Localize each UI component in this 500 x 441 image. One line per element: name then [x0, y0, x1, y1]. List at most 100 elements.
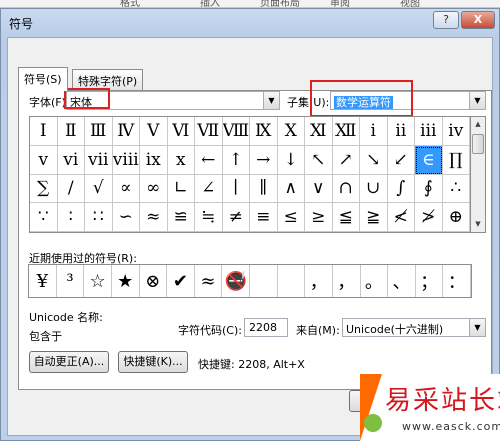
symbol-cell[interactable]: ≈ — [140, 203, 168, 232]
symbol-cell[interactable]: ∨ — [305, 174, 333, 204]
help-button[interactable]: ? — [433, 11, 459, 29]
symbol-cell[interactable]: Ⅲ — [85, 117, 113, 146]
close-button[interactable]: X — [461, 11, 495, 29]
symbol-cell[interactable]: ⊕ — [442, 203, 470, 232]
char-code-input[interactable]: 2208 — [244, 318, 288, 337]
recent-symbol-cell[interactable]: ⊗ — [140, 265, 168, 297]
symbol-cell[interactable]: Ⅺ — [305, 117, 333, 146]
symbol-cell[interactable]: ≤ — [277, 203, 305, 232]
recent-symbol-cell[interactable]: ； — [416, 265, 444, 297]
symbol-cell[interactable]: ≯ — [415, 203, 443, 232]
symbol-cell[interactable]: ∶ — [57, 203, 85, 232]
recent-symbol-cell[interactable]: ✔ — [167, 265, 195, 297]
symbol-cell[interactable]: ⅹ — [167, 145, 195, 175]
symbol-cell[interactable]: ∪ — [360, 174, 388, 204]
chevron-down-icon[interactable]: ▼ — [469, 319, 485, 336]
recent-symbol-cell[interactable]: ★ — [112, 265, 140, 297]
symbol-cell[interactable]: ≧ — [360, 203, 388, 232]
symbol-cell[interactable]: Ⅰ — [30, 117, 58, 146]
symbol-cell[interactable]: ∝ — [112, 174, 140, 204]
symbol-cell[interactable]: ⅷ — [112, 145, 140, 175]
dialog-title: 符号 — [9, 17, 34, 31]
recent-symbol-cell[interactable]: ， — [305, 265, 333, 297]
symbol-cell[interactable]: ∣ — [222, 174, 250, 204]
symbol-cell[interactable]: ∩ — [332, 174, 360, 204]
symbol-cell[interactable]: ∥ — [250, 174, 278, 204]
symbol-cell[interactable]: Ⅴ — [140, 117, 168, 146]
symbol-cell[interactable]: Ⅳ — [112, 117, 140, 146]
symbol-cell[interactable]: ↑ — [222, 145, 250, 175]
char-code-label: 字符代码(C): — [178, 324, 242, 337]
symbol-cell[interactable]: ⅶ — [85, 145, 113, 175]
scrollbar-thumb[interactable] — [472, 134, 484, 154]
symbol-cell[interactable]: ∏ — [442, 145, 470, 175]
symbol-cell[interactable]: ≡ — [250, 203, 278, 232]
symbol-cell[interactable]: ↓ — [277, 145, 305, 175]
chevron-down-icon[interactable]: ▼ — [263, 92, 279, 109]
recent-symbol-cell[interactable]: 。 — [361, 265, 389, 297]
symbol-cell[interactable]: → — [250, 145, 278, 175]
symbol-cell[interactable]: ⅱ — [387, 117, 415, 146]
symbol-cell[interactable]: ⅴ — [30, 145, 58, 175]
symbol-cell[interactable]: Ⅷ — [222, 117, 250, 146]
recent-symbol-cell[interactable] — [250, 265, 278, 297]
symbol-cell[interactable]: ↗ — [332, 145, 360, 175]
symbol-cell[interactable]: ∑ — [30, 174, 58, 204]
symbol-cell[interactable]: ∽ — [112, 203, 140, 232]
symbol-cell[interactable]: Ⅸ — [250, 117, 278, 146]
watermark-leaf-icon — [364, 414, 382, 432]
scroll-down-icon[interactable]: ▼ — [471, 217, 485, 232]
tab-symbols[interactable]: 符号(S) — [18, 67, 68, 91]
symbol-cell[interactable]: Ⅵ — [167, 117, 195, 146]
recent-symbol-cell[interactable]: ¥ — [29, 265, 57, 297]
symbol-cell[interactable]: ⅲ — [415, 117, 443, 146]
autocorrect-button[interactable]: 自动更正(A)... — [29, 351, 109, 373]
from-select[interactable]: Unicode(十六进制) ▼ — [342, 318, 486, 337]
title-bar[interactable]: 符号 ? X — [1, 9, 499, 37]
symbol-cell[interactable]: ↙ — [387, 145, 415, 175]
symbol-cell[interactable]: ∮ — [415, 174, 443, 204]
symbol-cell-selected[interactable]: ∈ — [415, 145, 443, 175]
symbol-cell[interactable]: ∞ — [140, 174, 168, 204]
symbol-cell[interactable]: ∕ — [57, 174, 85, 204]
symbol-cell[interactable]: ⅰ — [360, 117, 388, 146]
scroll-up-icon[interactable]: ▲ — [471, 117, 485, 132]
recent-symbols-grid: ¥ ³ ☆ ★ ⊗ ✔ ≈ 🚭，，。、；： — [28, 264, 472, 298]
recent-symbol-cell[interactable]: 、 — [388, 265, 416, 297]
symbol-cell[interactable]: ← — [195, 145, 223, 175]
symbol-cell[interactable]: ↘ — [360, 145, 388, 175]
symbol-cell[interactable]: Ⅶ — [195, 117, 223, 146]
symbol-cell[interactable]: ↖ — [305, 145, 333, 175]
symbol-cell[interactable]: ≒ — [195, 203, 223, 232]
recent-symbol-cell[interactable]: 🚭 — [222, 265, 250, 297]
symbol-cell[interactable]: Ⅻ — [332, 117, 360, 146]
symbol-cell[interactable]: ≠ — [222, 203, 250, 232]
recent-symbol-cell[interactable]: ： — [443, 265, 471, 297]
symbol-cell[interactable]: ⅳ — [442, 117, 470, 146]
chevron-down-icon[interactable]: ▼ — [469, 92, 485, 109]
symbol-cell[interactable]: ⅸ — [140, 145, 168, 175]
symbol-cell[interactable]: ≥ — [305, 203, 333, 232]
symbol-cell[interactable]: ∧ — [277, 174, 305, 204]
symbol-cell[interactable]: Ⅱ — [57, 117, 85, 146]
recent-symbol-cell[interactable]: ³ — [57, 265, 85, 297]
symbol-cell[interactable]: ∴ — [442, 174, 470, 204]
symbol-cell[interactable]: ∟ — [167, 174, 195, 204]
recent-symbol-cell[interactable] — [278, 265, 306, 297]
symbol-cell[interactable]: ≮ — [387, 203, 415, 232]
symbol-cell[interactable]: √ — [85, 174, 113, 204]
recent-symbol-cell[interactable]: ， — [333, 265, 361, 297]
symbol-grid-scrollbar[interactable]: ▲ ▼ — [471, 116, 486, 233]
symbol-cell[interactable]: ∠ — [195, 174, 223, 204]
symbol-cell[interactable]: ∫ — [387, 174, 415, 204]
symbol-cell[interactable]: ∵ — [30, 203, 58, 232]
recent-symbol-cell[interactable]: ☆ — [84, 265, 112, 297]
shortcut-key-button[interactable]: 快捷键(K)... — [118, 351, 188, 373]
symbol-cell[interactable]: ⅵ — [57, 145, 85, 175]
symbol-cell[interactable]: Ⅹ — [277, 117, 305, 146]
symbol-cell[interactable]: ∷ — [85, 203, 113, 232]
symbol-cell[interactable]: ≌ — [167, 203, 195, 232]
symbol-cell[interactable]: ≦ — [332, 203, 360, 232]
recent-symbol-cell[interactable]: ≈ — [195, 265, 223, 297]
unicode-name-label: Unicode 名称: — [29, 311, 103, 324]
